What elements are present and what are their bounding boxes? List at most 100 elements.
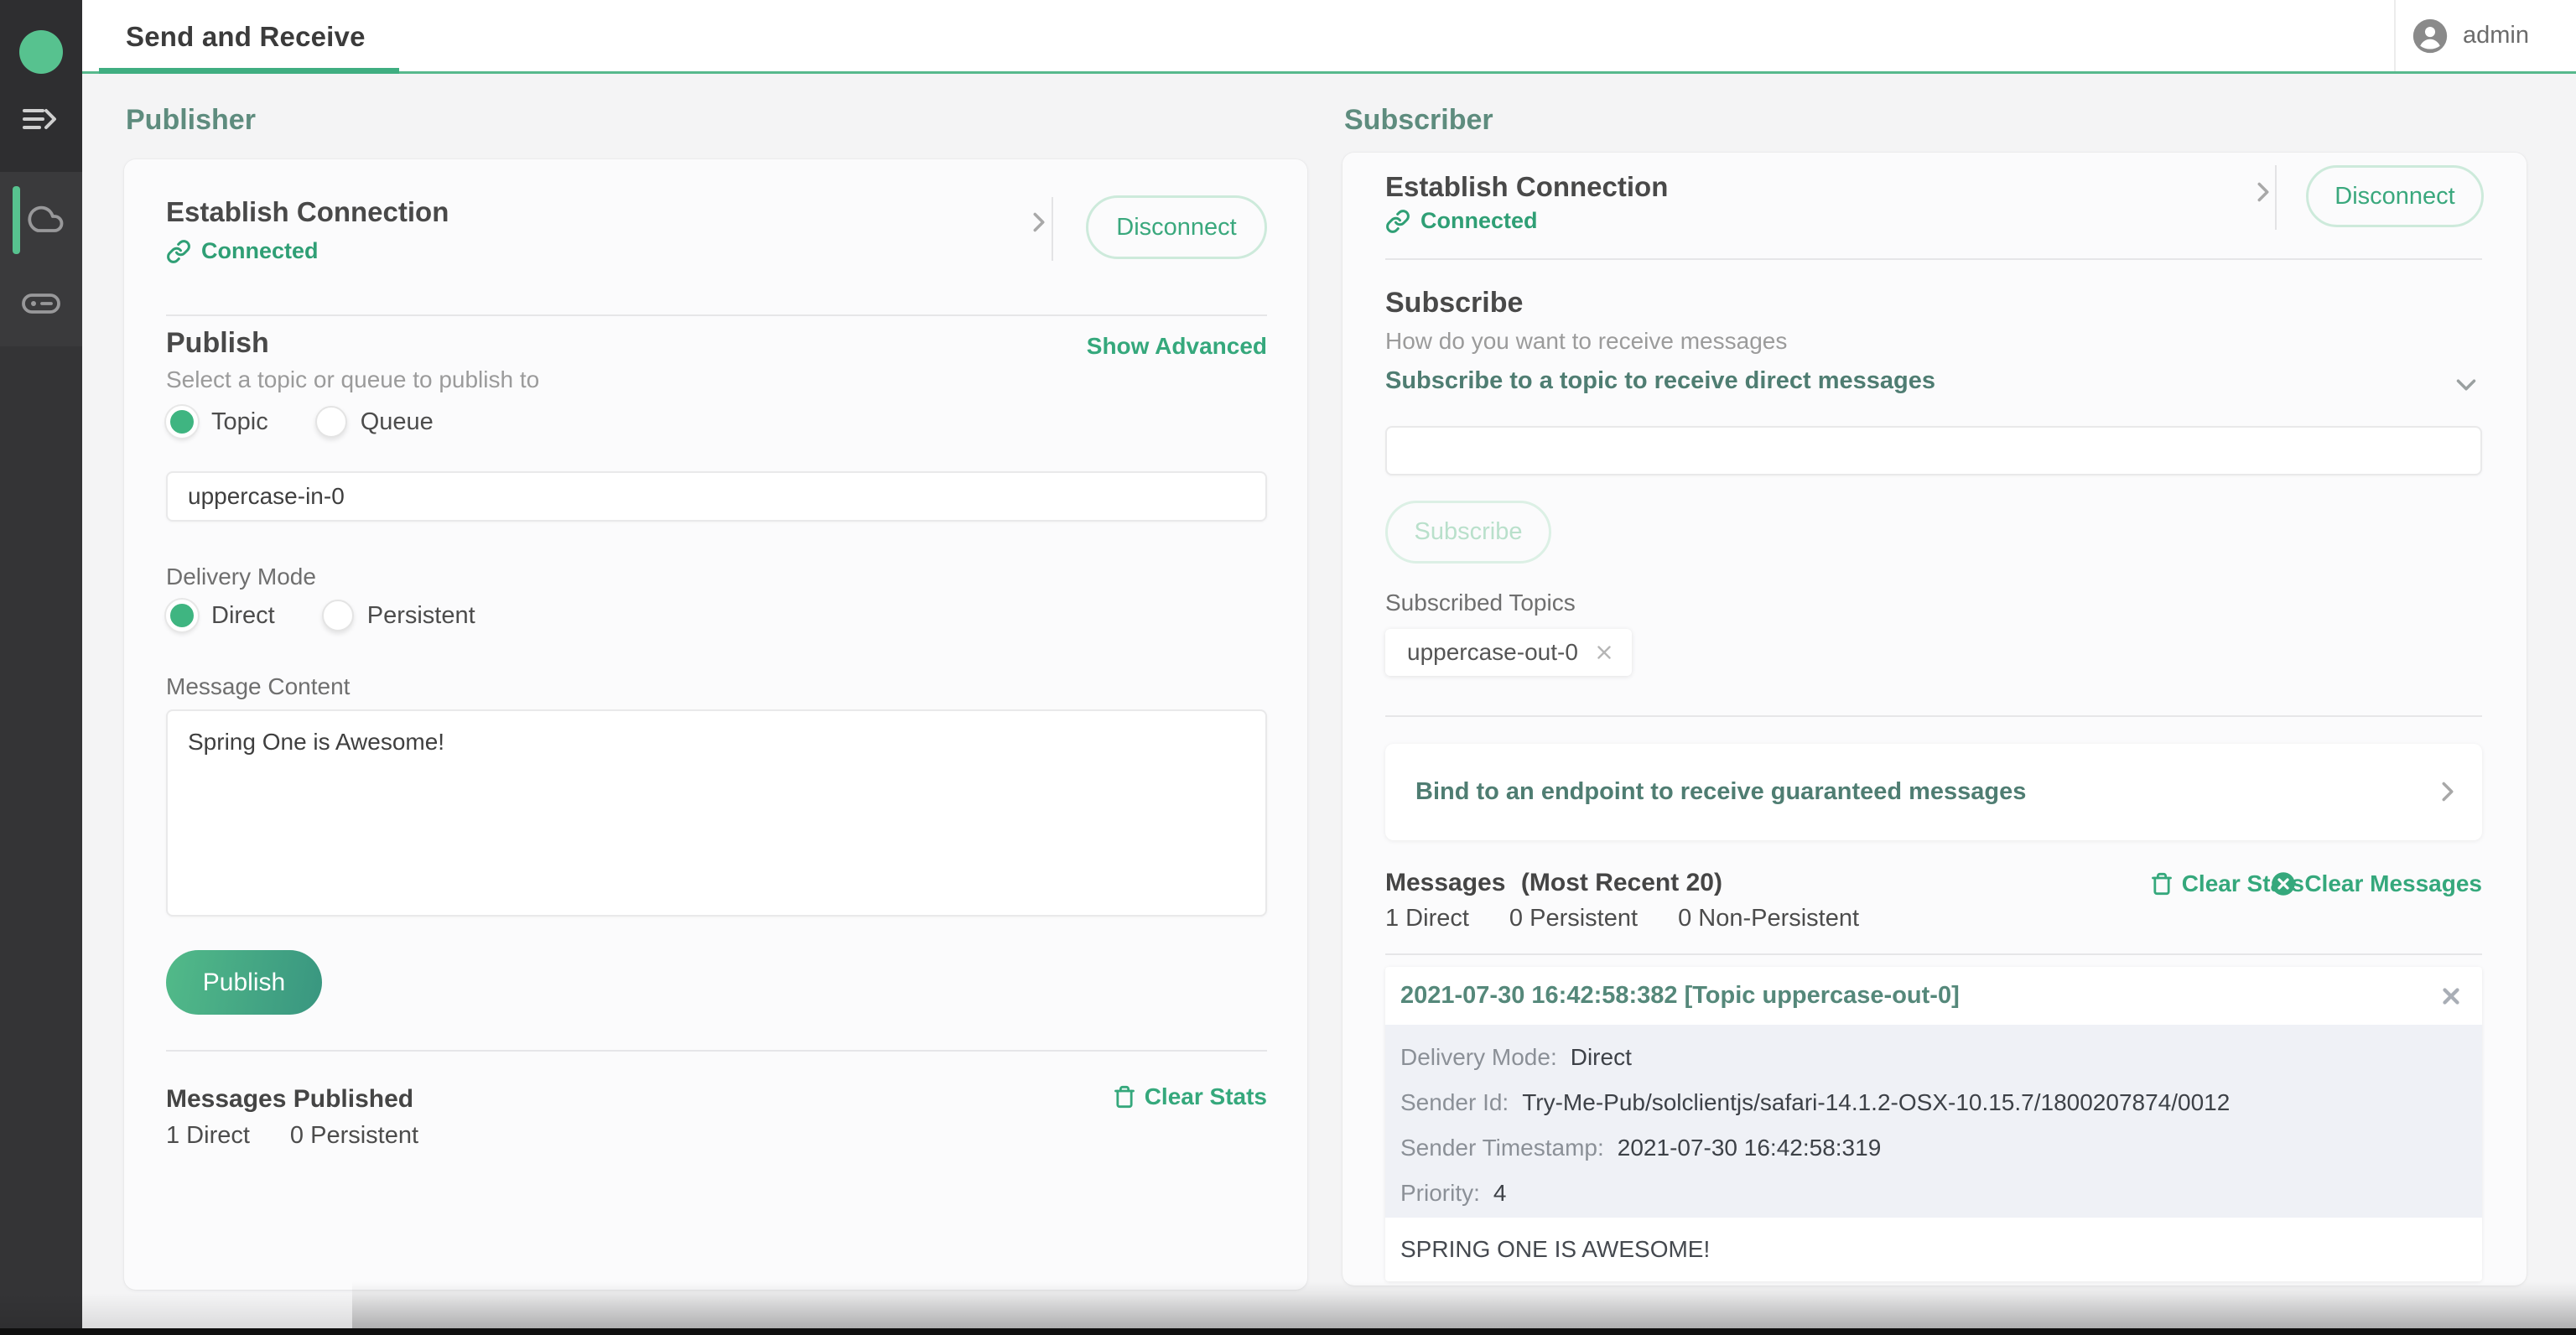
stat-non-persistent: 0 Non-Persistent xyxy=(1678,905,1859,932)
field-value: 2021-07-30 16:42:58:319 xyxy=(1618,1135,1882,1161)
user-name: admin xyxy=(2463,22,2529,49)
trash-icon xyxy=(1113,1084,1136,1109)
publisher-stats-row: 1 Direct 0 Persistent xyxy=(166,1122,459,1150)
message-field: Sender Timestamp: 2021-07-30 16:42:58:31… xyxy=(1400,1125,2467,1171)
subscribe-button[interactable]: Subscribe xyxy=(1385,501,1551,564)
subscriber-connection-status: Connected xyxy=(1385,208,1538,234)
tab-active-underline xyxy=(99,68,399,74)
chip-label: uppercase-out-0 xyxy=(1407,639,1578,666)
field-value: Try-Me-Pub/solclientjs/safari-14.1.2-OSX… xyxy=(1522,1089,2230,1116)
radio-queue[interactable]: Queue xyxy=(315,406,434,438)
radio-persistent-control[interactable] xyxy=(322,600,354,631)
radio-topic-control[interactable] xyxy=(166,406,198,438)
sidebar-item-cloud[interactable] xyxy=(22,200,65,236)
field-label: Sender Timestamp: xyxy=(1400,1135,1604,1161)
publish-button[interactable]: Publish xyxy=(166,950,322,1015)
subscriber-connected-label: Connected xyxy=(1420,208,1538,234)
link-icon xyxy=(166,239,191,264)
publisher-connection-chevron-icon[interactable] xyxy=(1023,206,1055,238)
publisher-clear-stats-link[interactable]: Clear Stats xyxy=(1113,1083,1267,1110)
subscribe-subtitle: How do you want to receive messages xyxy=(1385,328,1787,355)
radio-persistent[interactable]: Persistent xyxy=(322,600,475,631)
sidebar-item-connector[interactable] xyxy=(19,285,63,322)
radio-topic-label[interactable]: Topic xyxy=(211,408,268,436)
publisher-heading: Publisher xyxy=(126,104,256,137)
bind-endpoint-row[interactable]: Bind to an endpoint to receive guarantee… xyxy=(1385,744,2482,840)
publish-title: Publish xyxy=(166,327,269,360)
message-body: Delivery Mode: Direct Sender Id: Try-Me-… xyxy=(1385,1025,2482,1218)
clear-messages-label: Clear Messages xyxy=(2304,870,2482,897)
chevron-right-icon xyxy=(2432,776,2464,808)
bottom-window-edge xyxy=(0,1328,2576,1335)
topbar: Send and Receive admin xyxy=(82,0,2576,74)
publisher-disconnect-button[interactable]: Disconnect xyxy=(1086,195,1267,259)
divider xyxy=(166,314,1267,316)
publisher-connection-title: Establish Connection xyxy=(166,196,449,228)
field-value: 4 xyxy=(1493,1180,1507,1207)
connection-divider xyxy=(2275,165,2277,230)
message-field: Delivery Mode: Direct xyxy=(1400,1035,2467,1080)
sidebar xyxy=(0,0,82,1335)
divider xyxy=(1385,953,2482,955)
subscribe-topic-accordion[interactable]: Subscribe to a topic to receive direct m… xyxy=(1385,367,2482,404)
message-field: Priority: 4 xyxy=(1400,1171,2467,1216)
app-logo[interactable] xyxy=(19,30,63,74)
connection-divider xyxy=(1052,197,1053,261)
clear-messages-link[interactable]: Clear Messages xyxy=(2271,870,2482,897)
radio-persistent-label[interactable]: Persistent xyxy=(367,602,475,630)
message-payload: SPRING ONE IS AWESOME! xyxy=(1385,1218,2482,1281)
radio-queue-control[interactable] xyxy=(315,406,347,438)
publisher-connected-label: Connected xyxy=(201,238,319,264)
link-icon xyxy=(1385,209,1410,234)
clear-stats-label: Clear Stats xyxy=(1145,1083,1267,1110)
tab-send-and-receive[interactable]: Send and Receive xyxy=(126,0,366,74)
delivery-mode-radio-group: Direct Persistent xyxy=(166,599,522,632)
messages-title: Messages xyxy=(1385,869,1505,896)
field-value: Direct xyxy=(1571,1044,1632,1071)
radio-topic[interactable]: Topic xyxy=(166,406,268,438)
message-timestamp: 2021-07-30 16:42:58:382 [Topic uppercase… xyxy=(1400,982,1960,1010)
delivery-mode-label: Delivery Mode xyxy=(166,564,316,590)
message-close-icon[interactable] xyxy=(2438,984,2464,1009)
stat-persistent: 0 Persistent xyxy=(290,1122,418,1150)
topbar-divider xyxy=(2394,0,2396,71)
radio-direct-control[interactable] xyxy=(166,600,198,631)
radio-direct[interactable]: Direct xyxy=(166,600,275,631)
chevron-down-icon xyxy=(2450,369,2482,401)
show-advanced-link[interactable]: Show Advanced xyxy=(1087,333,1267,360)
subscribed-topic-chip: uppercase-out-0 xyxy=(1385,629,1632,676)
message-content-textarea[interactable]: Spring One is Awesome! xyxy=(166,709,1267,917)
subscriber-heading: Subscriber xyxy=(1344,104,1493,137)
publisher-card: Establish Connection Connected Disconnec… xyxy=(124,159,1307,1290)
menu-expand-icon[interactable] xyxy=(19,101,63,138)
message-item: 2021-07-30 16:42:58:382 [Topic uppercase… xyxy=(1385,967,2482,1281)
field-label: Delivery Mode: xyxy=(1400,1044,1557,1071)
publish-subtitle: Select a topic or queue to publish to xyxy=(166,366,539,393)
divider xyxy=(1385,715,2482,717)
divider xyxy=(1385,258,2482,260)
divider xyxy=(166,1050,1267,1052)
user-menu[interactable]: admin xyxy=(2412,0,2529,71)
message-field: Sender Id: Try-Me-Pub/solclientjs/safari… xyxy=(1400,1080,2467,1125)
stat-direct: 1 Direct xyxy=(166,1122,250,1150)
subscribe-title: Subscribe xyxy=(1385,287,1523,319)
stat-direct: 1 Direct xyxy=(1385,905,1469,932)
radio-direct-label[interactable]: Direct xyxy=(211,602,275,630)
circle-x-icon xyxy=(2271,871,2296,896)
chip-remove-icon[interactable] xyxy=(1593,642,1615,663)
stat-persistent: 0 Persistent xyxy=(1509,905,1638,932)
subscriber-card: Establish Connection Connected Disconnec… xyxy=(1343,153,2527,1286)
user-avatar-icon xyxy=(2412,18,2449,55)
subscriber-disconnect-button[interactable]: Disconnect xyxy=(2306,165,2484,227)
radio-queue-label[interactable]: Queue xyxy=(361,408,434,436)
message-header: 2021-07-30 16:42:58:382 [Topic uppercase… xyxy=(1385,967,2482,1025)
trash-icon xyxy=(2150,871,2174,896)
subscribe-topic-input[interactable] xyxy=(1385,426,2482,475)
active-nav-indicator xyxy=(13,186,20,254)
messages-title-suffix: (Most Recent 20) xyxy=(1521,869,1722,896)
subscriber-connection-title: Establish Connection xyxy=(1385,171,1668,203)
publish-topic-input[interactable] xyxy=(166,471,1267,522)
publisher-connection-status: Connected xyxy=(166,238,319,264)
subscribed-topics-label: Subscribed Topics xyxy=(1385,590,1576,616)
destination-radio-group: Topic Queue xyxy=(166,405,480,439)
